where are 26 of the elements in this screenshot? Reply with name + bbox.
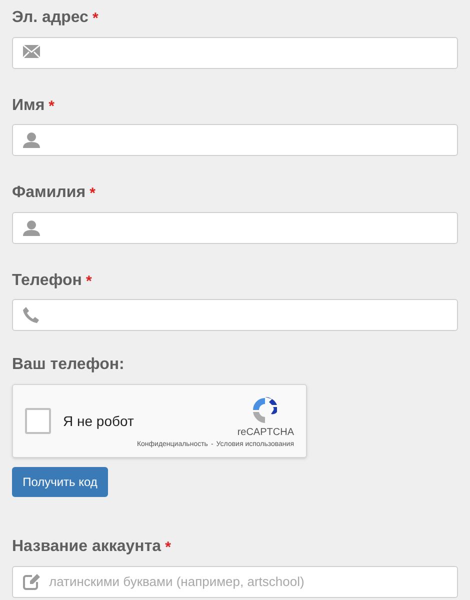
edit-icon	[23, 574, 40, 590]
phone-icon	[23, 307, 39, 323]
input-field[interactable]	[12, 36, 458, 68]
field-label: Эл. адрес	[12, 8, 88, 28]
captcha-brand: reCAPTCHA	[237, 426, 294, 440]
required-mark: *	[86, 272, 92, 292]
field-label: Название аккаунта	[12, 537, 162, 557]
person-icon	[23, 132, 40, 148]
person-icon	[23, 220, 40, 236]
captcha-label: Я не робот	[63, 412, 134, 431]
input-field[interactable]	[12, 124, 458, 156]
required-mark: *	[92, 9, 98, 29]
input-field[interactable]: латинскими буквами (например, artschool)	[12, 566, 458, 598]
input-field[interactable]	[12, 212, 458, 244]
field-label: Фамилия	[12, 183, 86, 203]
recaptcha-logo-icon	[250, 395, 280, 426]
required-mark: *	[90, 184, 96, 204]
field-label: Телефон	[12, 270, 82, 290]
field-label: Имя	[12, 96, 45, 116]
input-field[interactable]	[12, 299, 458, 331]
envelope-icon	[23, 44, 40, 58]
get-code-button[interactable]: Получить код	[12, 467, 108, 497]
required-mark: *	[48, 96, 55, 116]
captcha-checkbox[interactable]	[25, 408, 51, 434]
section-label: Ваш телефон:	[12, 355, 126, 375]
required-mark: *	[165, 538, 171, 558]
